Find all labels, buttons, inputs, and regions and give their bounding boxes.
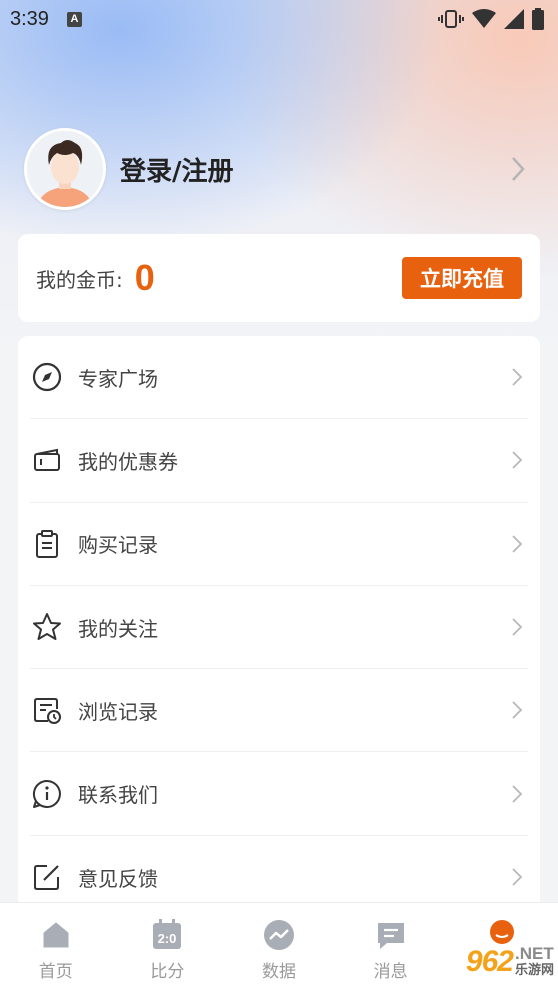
chart-icon	[263, 919, 295, 951]
tab-scores[interactable]: 2:0 比分	[112, 903, 224, 992]
menu-item-label: 购买记录	[78, 533, 158, 558]
coin-label: 我的金币:	[36, 267, 123, 292]
vibrate-icon	[438, 10, 464, 28]
menu-item-browsing-history[interactable]: 浏览记录	[30, 669, 528, 753]
menu-item-purchase-history[interactable]: 购买记录	[30, 503, 528, 586]
tab-label: 数据	[261, 962, 296, 982]
chevron-right-icon	[512, 701, 523, 719]
avatar-illustration	[27, 131, 103, 207]
menu-item-contact-us[interactable]: 联系我们	[30, 752, 528, 836]
menu-item-expert-square[interactable]: 专家广场	[30, 336, 528, 420]
tab-home[interactable]: 首页	[0, 903, 112, 992]
chevron-right-icon	[512, 784, 523, 803]
watermark-number: 962	[465, 945, 514, 978]
chevron-right-icon	[512, 451, 523, 470]
menu-item-label: 联系我们	[78, 783, 158, 808]
chevron-right-icon	[512, 368, 523, 386]
menu-item-label: 意见反馈	[78, 866, 158, 891]
watermark-site: 乐游网	[514, 963, 554, 978]
coin-balance-card: 我的金币: 0 立即充值	[18, 234, 540, 322]
menu-item-label: 我的关注	[78, 616, 158, 641]
clipboard-icon	[30, 527, 64, 561]
status-bar: 3:39 A	[0, 0, 558, 38]
chevron-right-icon	[512, 535, 523, 553]
chevron-right-icon	[512, 157, 525, 181]
profile-login-row[interactable]: 登录/注册	[24, 127, 534, 211]
history-icon	[30, 693, 64, 727]
menu-item-label: 浏览记录	[78, 699, 158, 724]
menu-item-label: 专家广场	[78, 366, 158, 391]
wifi-icon	[472, 9, 496, 28]
battery-icon	[532, 8, 544, 30]
chevron-right-icon	[512, 868, 523, 887]
watermark-net: .NET	[514, 944, 554, 963]
edit-icon	[30, 860, 64, 894]
site-watermark: 962 .NET 乐游网	[414, 938, 554, 986]
compass-icon	[30, 360, 64, 394]
chevron-right-icon	[512, 618, 523, 636]
status-time: 3:39	[10, 7, 49, 30]
star-icon	[30, 610, 64, 644]
watermark-net-block: .NET 乐游网	[515, 945, 554, 979]
login-register-link[interactable]: 登录/注册	[120, 151, 508, 188]
info-icon	[30, 777, 64, 811]
signal-icon	[504, 9, 524, 29]
menu-item-coupons[interactable]: 我的优惠券	[30, 419, 528, 503]
message-icon	[375, 919, 407, 951]
home-icon	[40, 919, 72, 951]
menu-list: 专家广场 我的优惠券 购买记录 我的关注 浏览记录 联系我们 意见反馈	[18, 336, 540, 936]
tab-label: 首页	[38, 962, 73, 982]
tab-data[interactable]: 数据	[223, 903, 335, 992]
coin-value: 0	[134, 257, 155, 298]
scoreboard-icon: 2:0	[151, 919, 183, 951]
menu-item-label: 我的优惠券	[78, 449, 178, 474]
avatar[interactable]	[24, 128, 106, 210]
tab-label: 消息	[373, 962, 408, 982]
tab-label: 比分	[150, 962, 185, 982]
menu-item-following[interactable]: 我的关注	[30, 586, 528, 670]
recharge-button[interactable]: 立即充值	[402, 257, 522, 299]
scoreboard-text: 2:0	[158, 931, 177, 946]
coupon-icon	[30, 443, 64, 477]
notification-icon: A	[66, 11, 82, 27]
